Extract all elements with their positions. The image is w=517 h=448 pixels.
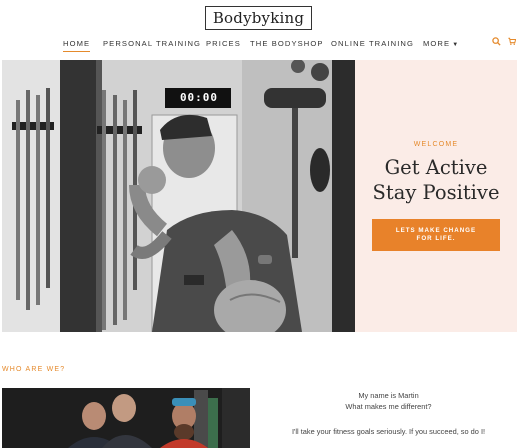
about-line-promise: I'll take your fitness goals seriously. … (291, 427, 486, 436)
nav-home[interactable]: HOME (63, 39, 90, 48)
nav-more[interactable]: MORE ▼ (423, 39, 459, 48)
cta-button-line1: LETS MAKE CHANGE (395, 227, 477, 234)
nav-more-label: MORE (423, 39, 451, 48)
main-nav: HOME PERSONAL TRAINING PRICES THE BODYSH… (0, 37, 517, 53)
nav-personal-training[interactable]: PERSONAL TRAINING (103, 39, 201, 48)
about-line-question: What makes me different? (345, 402, 432, 411)
team-photo (2, 388, 250, 448)
nav-prices[interactable]: PRICES (206, 39, 241, 48)
hero-image: 00:00 (2, 60, 355, 332)
nav-online-training[interactable]: ONLINE TRAINING (331, 39, 414, 48)
who-are-we-heading: WHO ARE WE? (2, 366, 66, 373)
hero-headline-line1: Get Active (384, 156, 488, 179)
cart-icon[interactable] (508, 37, 517, 48)
logo-container: Bodybyking (0, 6, 517, 30)
nav-active-indicator (63, 51, 90, 52)
about-line-name: My name is Martin (358, 391, 419, 400)
nav-the-bodyshop[interactable]: THE BODYSHOP (250, 39, 324, 48)
site-logo[interactable]: Bodybyking (204, 6, 313, 30)
caret-down-icon: ▼ (452, 42, 460, 48)
welcome-label: WELCOME (413, 141, 459, 148)
cta-button-line2: FOR LIFE. (416, 235, 456, 242)
hero-headline-line2: Stay Positive (372, 181, 500, 204)
search-icon[interactable] (492, 37, 501, 48)
cta-button[interactable]: LETS MAKE CHANGE FOR LIFE. (372, 219, 500, 251)
gym-timer-display: 00:00 (179, 91, 219, 104)
